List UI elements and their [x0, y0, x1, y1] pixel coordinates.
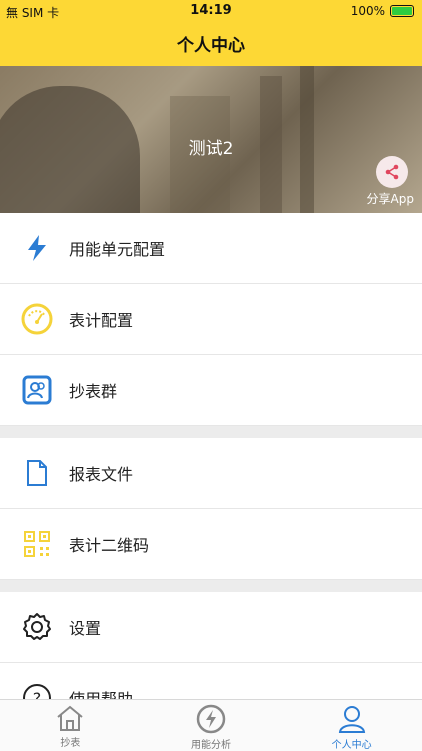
energy-icon	[196, 704, 226, 734]
gauge-icon	[17, 299, 57, 339]
tab-label: 个人中心	[331, 740, 372, 751]
menu-list: 用能单元配置 表计配置 抄表群 报表文件 表计二维码 设置	[0, 213, 422, 734]
share-icon	[385, 164, 399, 180]
lightning-icon	[17, 228, 57, 268]
home-icon	[57, 705, 83, 731]
tab-meter-reading[interactable]: 抄表	[0, 700, 141, 751]
tab-bar: 抄表 用能分析 个人中心	[0, 699, 422, 751]
menu-item-meter-qrcode[interactable]: 表计二维码	[0, 509, 422, 580]
menu-item-energy-unit-config[interactable]: 用能单元配置	[0, 213, 422, 284]
menu-item-label: 报表文件	[69, 465, 134, 484]
menu-item-label: 用能单元配置	[69, 240, 166, 259]
header: 無 SIM 卡 14:19 100% 个人中心	[0, 0, 422, 66]
tab-personal-center[interactable]: 个人中心	[281, 700, 422, 751]
page-title: 个人中心	[177, 36, 245, 56]
share-app-label[interactable]: 分享App	[367, 190, 414, 207]
share-app-button[interactable]	[376, 156, 408, 188]
tab-label: 用能分析	[191, 740, 231, 751]
menu-item-label: 抄表群	[69, 382, 118, 401]
menu-item-label: 表计配置	[69, 311, 134, 330]
menu-item-meter-reading-group[interactable]: 抄表群	[0, 355, 422, 426]
profile-banner: 测试2	[0, 66, 422, 213]
menu-item-meter-config[interactable]: 表计配置	[0, 284, 422, 355]
qrcode-icon	[17, 524, 57, 564]
menu-item-label: 设置	[69, 619, 102, 638]
status-right: 100%	[351, 4, 414, 18]
tab-label: 抄表	[60, 738, 81, 749]
menu-item-report-files[interactable]: 报表文件	[0, 438, 422, 509]
group-icon	[17, 370, 57, 410]
tab-energy-analysis[interactable]: 用能分析	[141, 700, 282, 751]
menu-item-label: 表计二维码	[69, 536, 150, 555]
file-icon	[17, 453, 57, 493]
person-icon	[338, 706, 365, 733]
section-divider	[0, 580, 422, 592]
battery-percent: 100%	[350, 4, 385, 18]
user-name: 测试2	[188, 139, 234, 159]
menu-item-settings[interactable]: 设置	[0, 592, 422, 663]
status-bar: 無 SIM 卡 14:19 100%	[0, 0, 422, 22]
gear-icon	[17, 607, 57, 647]
section-divider	[0, 426, 422, 438]
battery-icon	[390, 5, 414, 17]
